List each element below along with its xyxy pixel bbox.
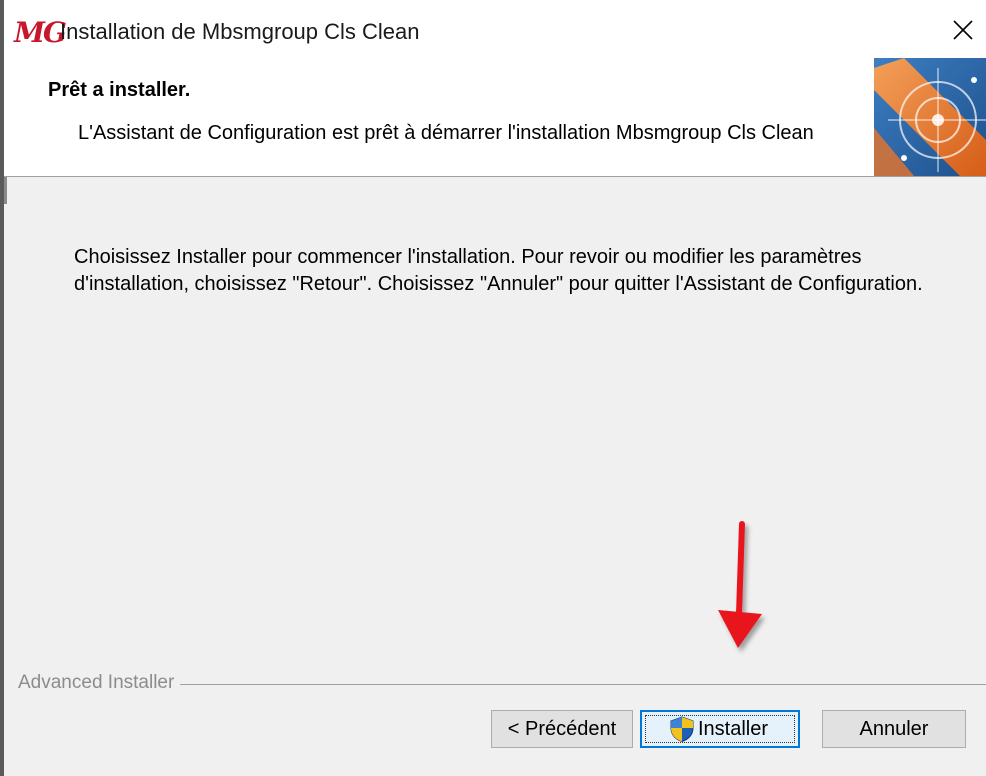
installer-graphic bbox=[874, 58, 986, 176]
header-title: Prêt a installer. bbox=[48, 79, 191, 101]
annotation-arrow-icon bbox=[718, 521, 762, 648]
install-button[interactable]: Installer bbox=[640, 710, 800, 748]
close-icon bbox=[953, 20, 973, 40]
brand-separator: Advanced Installer bbox=[4, 670, 986, 696]
header-panel: Prêt a installer. L'Assistant de Configu… bbox=[4, 58, 986, 177]
back-button-label: < Précédent bbox=[507, 717, 617, 740]
close-button[interactable] bbox=[940, 8, 986, 52]
brand-label: Advanced Installer bbox=[18, 672, 181, 694]
cancel-button-label: Annuler bbox=[859, 717, 929, 740]
install-button-label: Installer bbox=[697, 717, 769, 740]
uac-shield-icon bbox=[670, 716, 694, 743]
window-title: Installation de Mbsmgroup Cls Clean bbox=[60, 19, 420, 44]
back-button[interactable]: < Précédent bbox=[491, 710, 633, 748]
header-description: L'Assistant de Configuration est prêt à … bbox=[78, 122, 814, 144]
cancel-button[interactable]: Annuler bbox=[822, 710, 966, 748]
installer-window: MG Installation de Mbsmgroup Cls Clean P… bbox=[0, 0, 986, 776]
title-bar: MG Installation de Mbsmgroup Cls Clean bbox=[4, 0, 986, 62]
instruction-text: Choisissez Installer pour commencer l'in… bbox=[74, 246, 923, 295]
app-logo-icon: MG bbox=[14, 16, 67, 49]
